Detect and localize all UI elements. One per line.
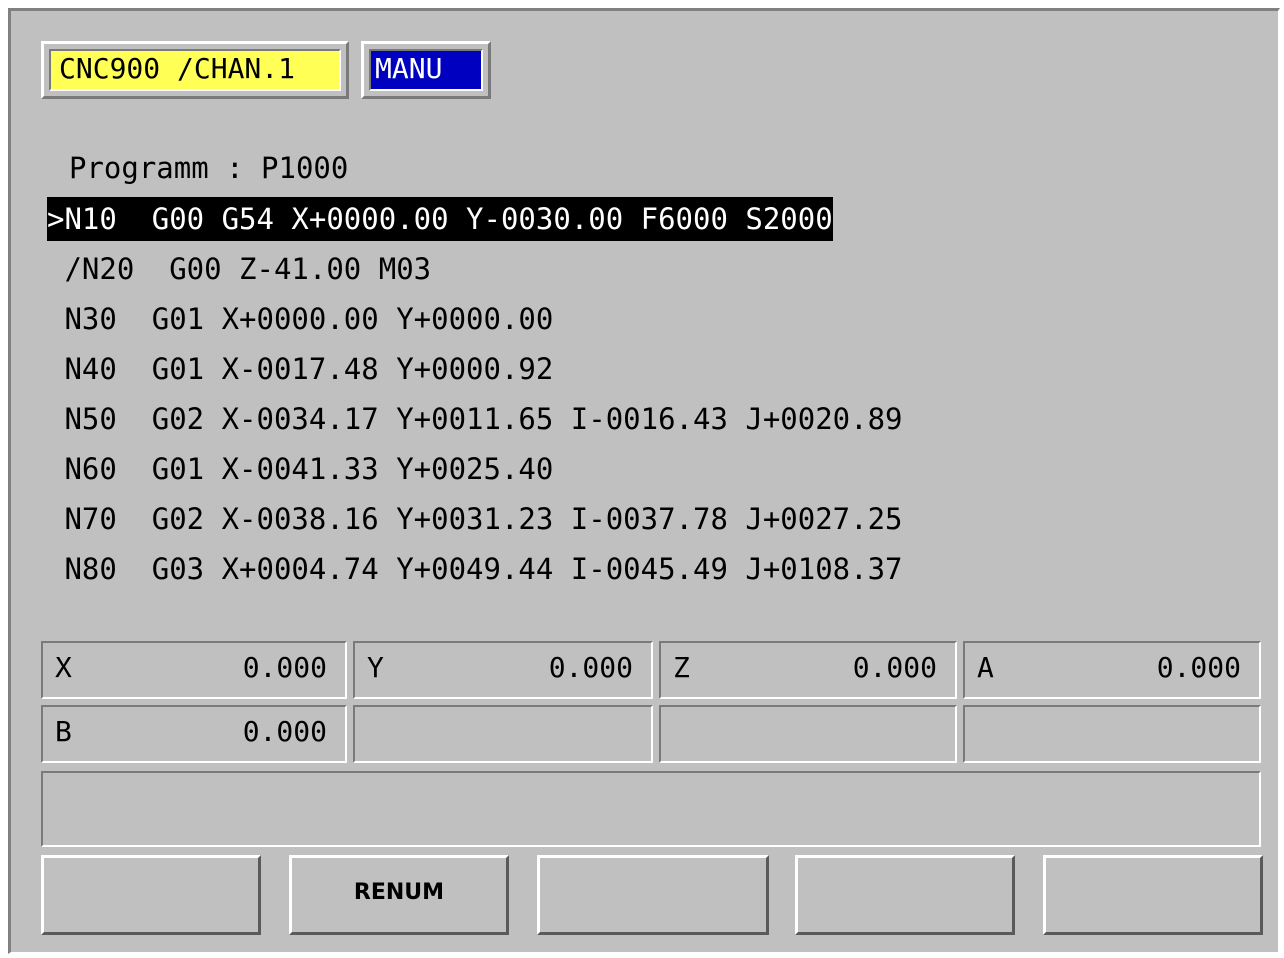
axis-value: 0.000 xyxy=(242,715,327,748)
softkey-label: RENUM xyxy=(353,880,445,905)
axis-label: A xyxy=(977,651,994,684)
program-line[interactable]: N60 G01 X-0041.33 Y+0025.40 xyxy=(47,447,553,491)
softkey-renum[interactable]: RENUM xyxy=(289,855,509,935)
axis-display-b: B 0.000 xyxy=(41,705,347,763)
program-line[interactable]: N40 G01 X-0017.48 Y+0000.92 xyxy=(47,347,553,391)
softkey-4[interactable] xyxy=(795,855,1015,935)
axis-value: 0.000 xyxy=(548,651,633,684)
axis-display-x: X 0.000 xyxy=(41,641,347,699)
softkey-1[interactable] xyxy=(41,855,261,935)
axis-display-empty xyxy=(353,705,653,763)
axis-label: B xyxy=(55,715,72,748)
channel-indicator: CNC900 /CHAN.1 xyxy=(41,41,349,99)
axis-display-z: Z 0.000 xyxy=(659,641,957,699)
message-bar xyxy=(41,771,1261,847)
axis-value: 0.000 xyxy=(852,651,937,684)
axis-display-empty xyxy=(659,705,957,763)
softkey-5[interactable] xyxy=(1043,855,1263,935)
axis-label: X xyxy=(55,651,72,684)
program-line[interactable]: N50 G02 X-0034.17 Y+0011.65 I-0016.43 J+… xyxy=(47,397,902,441)
mode-indicator: MANU xyxy=(361,41,491,99)
axis-display-empty xyxy=(963,705,1261,763)
cnc-screen: CNC900 /CHAN.1 MANU Programm : P1000 >N1… xyxy=(8,8,1280,954)
program-title: Programm : P1000 xyxy=(69,151,349,185)
program-line-active[interactable]: >N10 G00 G54 X+0000.00 Y-0030.00 F6000 S… xyxy=(47,197,833,241)
softkey-3[interactable] xyxy=(537,855,769,935)
axis-label: Y xyxy=(367,651,384,684)
program-line[interactable]: /N20 G00 Z-41.00 M03 xyxy=(47,247,431,291)
axis-label: Z xyxy=(673,651,690,684)
program-line[interactable]: N80 G03 X+0004.74 Y+0049.44 I-0045.49 J+… xyxy=(47,547,902,591)
program-line[interactable]: N30 G01 X+0000.00 Y+0000.00 xyxy=(47,297,553,341)
axis-value: 0.000 xyxy=(242,651,327,684)
channel-label: CNC900 /CHAN.1 xyxy=(49,49,341,91)
program-line[interactable]: N70 G02 X-0038.16 Y+0031.23 I-0037.78 J+… xyxy=(47,497,902,541)
axis-display-y: Y 0.000 xyxy=(353,641,653,699)
mode-label: MANU xyxy=(369,49,483,91)
axis-value: 0.000 xyxy=(1156,651,1241,684)
axis-display-a: A 0.000 xyxy=(963,641,1261,699)
